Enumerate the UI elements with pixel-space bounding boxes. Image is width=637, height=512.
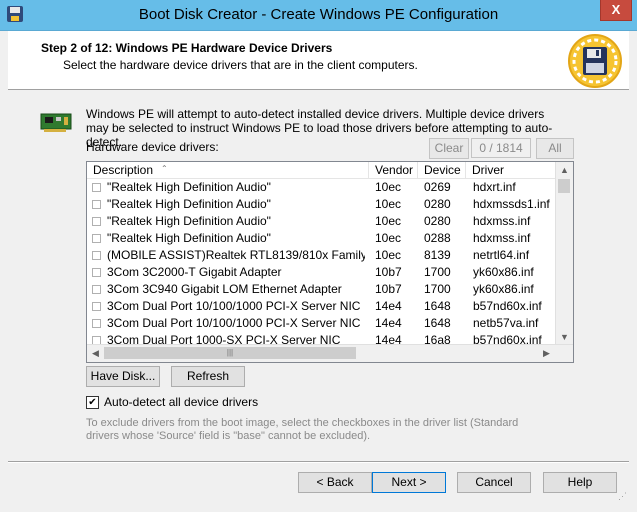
column-header-driver[interactable]: Driver — [466, 162, 556, 178]
cell-driver: hdxrt.inf — [473, 180, 516, 194]
footer-separator — [8, 461, 629, 463]
cell-driver: hdxmss.inf — [473, 231, 531, 245]
cell-vendor: 10ec — [375, 248, 402, 262]
table-row[interactable]: 3Com 3C940 Gigabit LOM Ethernet Adapter 1… — [87, 281, 556, 298]
refresh-button[interactable]: Refresh — [171, 366, 245, 387]
vertical-scroll-thumb[interactable] — [558, 179, 570, 193]
cell-device: 0280 — [424, 214, 451, 228]
cell-device: 1700 — [424, 282, 451, 296]
column-header-description[interactable]: Description ⌃ — [87, 162, 369, 178]
cell-driver: hdxmssds1.inf — [473, 197, 550, 211]
column-header-device[interactable]: Device — [418, 162, 466, 178]
cell-driver: yk60x86.inf — [473, 282, 534, 296]
row-checkbox[interactable] — [92, 268, 101, 277]
row-checkbox[interactable] — [92, 251, 101, 260]
title-bar: Boot Disk Creator - Create Windows PE Co… — [0, 0, 637, 31]
sort-indicator-icon: ⌃ — [161, 164, 168, 173]
cell-vendor: 10b7 — [375, 265, 402, 279]
back-button[interactable]: < Back — [298, 472, 372, 493]
cell-description: "Realtek High Definition Audio" — [107, 197, 271, 211]
cell-driver: hdxmss.inf — [473, 214, 531, 228]
cell-device: 1648 — [424, 316, 451, 330]
cell-description: "Realtek High Definition Audio" — [107, 231, 271, 245]
hardware-board-icon — [40, 113, 72, 132]
cell-driver: b57nd60x.inf — [473, 299, 542, 313]
resize-grip-icon[interactable]: ⋰ — [618, 491, 627, 502]
cell-vendor: 10ec — [375, 180, 402, 194]
cell-vendor: 10ec — [375, 231, 402, 245]
table-row[interactable]: "Realtek High Definition Audio" 10ec 0280 h… — [87, 196, 556, 213]
boot-disk-logo-icon — [568, 34, 622, 88]
table-row[interactable]: 3Com 3C2000-T Gigabit Adapter 10b7 1700 yk6… — [87, 264, 556, 281]
cell-description: 3Com Dual Port 10/100/1000 PCI-X Server … — [107, 316, 361, 330]
close-button[interactable]: X — [600, 0, 632, 21]
horizontal-scroll-thumb[interactable]: ||| — [104, 347, 356, 359]
table-row[interactable]: "Realtek High Definition Audio" 10ec 0269 h… — [87, 179, 556, 196]
cell-description: (MOBILE ASSIST)Realtek RTL8139/810x Fami… — [107, 248, 365, 262]
scroll-up-icon[interactable]: ▲ — [556, 162, 573, 178]
cell-description: "Realtek High Definition Audio" — [107, 214, 271, 228]
row-checkbox[interactable] — [92, 234, 101, 243]
cancel-button[interactable]: Cancel — [457, 472, 531, 493]
table-row[interactable]: 3Com Dual Port 10/100/1000 PCI-X Server … — [87, 315, 556, 332]
help-button[interactable]: Help — [543, 472, 617, 493]
cell-device: 8139 — [424, 248, 451, 262]
row-checkbox[interactable] — [92, 217, 101, 226]
row-checkbox[interactable] — [92, 183, 101, 192]
cell-driver: netrtl64.inf — [473, 248, 530, 262]
cell-description: "Realtek High Definition Audio" — [107, 180, 271, 194]
cell-device: 0288 — [424, 231, 451, 245]
list-header: Description ⌃ Vendor Device Driver — [87, 162, 556, 179]
cell-driver: yk60x86.inf — [473, 265, 534, 279]
cell-description: 3Com Dual Port 10/100/1000 PCI-X Server … — [107, 299, 361, 313]
cell-description: 3Com 3C2000-T Gigabit Adapter — [107, 265, 282, 279]
row-checkbox[interactable] — [92, 285, 101, 294]
scroll-right-icon[interactable]: ▶ — [538, 345, 555, 362]
cell-vendor: 10ec — [375, 214, 402, 228]
cell-description: 3Com 3C940 Gigabit LOM Ethernet Adapter — [107, 282, 342, 296]
drivers-label: Hardware device drivers: — [86, 140, 219, 154]
horizontal-scrollbar[interactable]: ◀ ||| ▶ — [87, 344, 573, 362]
exclude-note: To exclude drivers from the boot image, … — [86, 417, 519, 442]
wizard-content: Step 2 of 12: Windows PE Hardware Device… — [8, 31, 629, 504]
next-button[interactable]: Next > — [372, 472, 446, 493]
cell-driver: netb57va.inf — [473, 316, 539, 330]
cell-device: 0280 — [424, 197, 451, 211]
scroll-left-icon[interactable]: ◀ — [87, 345, 104, 362]
cell-vendor: 14e4 — [375, 316, 402, 330]
table-row[interactable]: 3Com Dual Port 10/100/1000 PCI-X Server … — [87, 298, 556, 315]
scroll-down-icon[interactable]: ▼ — [556, 329, 573, 345]
wizard-header: Step 2 of 12: Windows PE Hardware Device… — [8, 31, 629, 90]
have-disk-button[interactable]: Have Disk... — [86, 366, 160, 387]
column-header-vendor[interactable]: Vendor — [369, 162, 418, 178]
row-checkbox[interactable] — [92, 319, 101, 328]
row-checkbox[interactable] — [92, 302, 101, 311]
clear-button[interactable]: Clear — [429, 138, 469, 159]
step-subtitle: Select the hardware device drivers that … — [63, 58, 418, 72]
row-checkbox[interactable] — [92, 200, 101, 209]
cell-device: 1700 — [424, 265, 451, 279]
table-row[interactable]: (MOBILE ASSIST)Realtek RTL8139/810x Fami… — [87, 247, 556, 264]
window-title: Boot Disk Creator - Create Windows PE Co… — [138, 6, 499, 23]
table-row[interactable]: "Realtek High Definition Audio" 10ec 0280 h… — [87, 213, 556, 230]
table-row[interactable]: "Realtek High Definition Audio" 10ec 0288 h… — [87, 230, 556, 247]
vertical-scrollbar[interactable]: ▲ ▼ — [555, 162, 573, 345]
autodetect-label[interactable]: Auto-detect all device drivers — [104, 395, 258, 409]
cell-vendor: 14e4 — [375, 299, 402, 313]
step-title: Step 2 of 12: Windows PE Hardware Device… — [41, 41, 333, 55]
cell-device: 0269 — [424, 180, 451, 194]
select-all-button[interactable]: All — [536, 138, 574, 159]
driver-list[interactable]: Description ⌃ Vendor Device Driver "Realt… — [86, 161, 574, 363]
autodetect-checkbox[interactable]: ✔ — [86, 396, 99, 409]
cell-vendor: 10b7 — [375, 282, 402, 296]
cell-device: 1648 — [424, 299, 451, 313]
list-body: "Realtek High Definition Audio" 10ec 0269 h… — [87, 179, 556, 345]
selection-counter: 0 / 1814 — [471, 138, 531, 158]
cell-vendor: 10ec — [375, 197, 402, 211]
